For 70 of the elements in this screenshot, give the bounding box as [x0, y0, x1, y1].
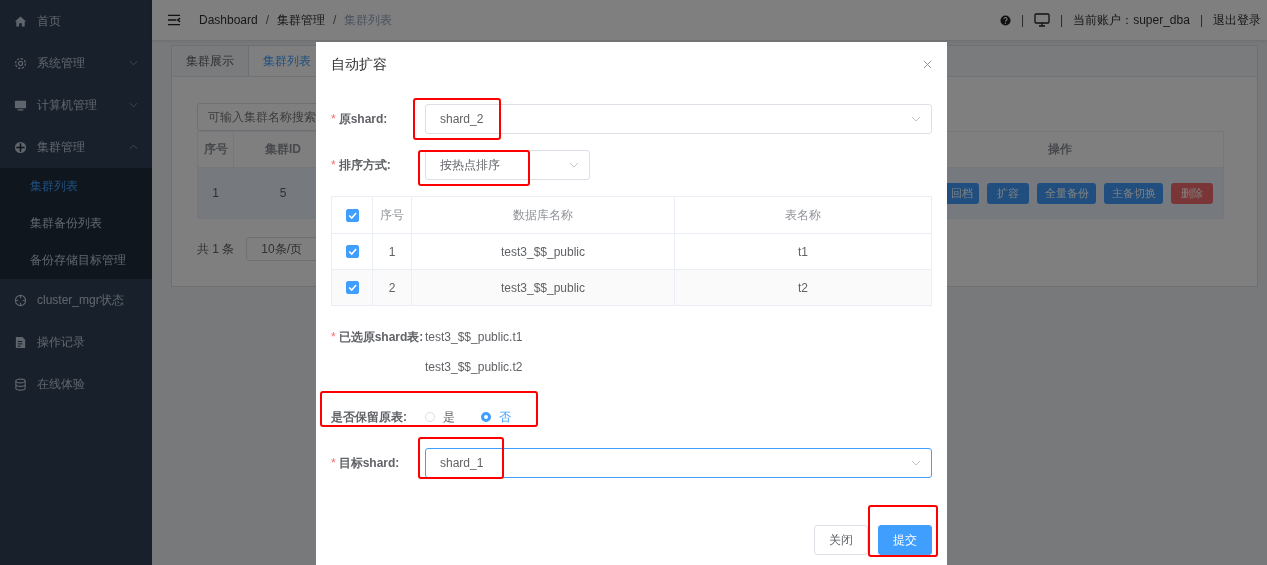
- dialog-button[interactable]: 关闭: [814, 525, 868, 555]
- chevron-icon: [129, 60, 138, 66]
- help-icon[interactable]: [999, 14, 1011, 26]
- required-mark: *: [331, 112, 336, 126]
- table-cell: test3_$$_public: [412, 270, 675, 305]
- database-icon: [14, 377, 27, 391]
- sidebar-subitem[interactable]: 备份存储目标管理: [0, 242, 152, 279]
- action-button[interactable]: 全量备份: [1037, 182, 1096, 204]
- sidebar-subitem[interactable]: 集群备份列表: [0, 205, 152, 242]
- monitor-icon: [14, 98, 27, 112]
- table-cell: 1: [198, 168, 234, 218]
- sidebar-item[interactable]: 操作记录: [0, 321, 152, 363]
- account-label: 当前账户：super_dba: [1073, 11, 1190, 29]
- radio-button[interactable]: [481, 412, 491, 422]
- chevron-icon: [911, 460, 921, 466]
- close-icon[interactable]: [923, 60, 932, 69]
- logout-link[interactable]: 退出登录: [1213, 11, 1261, 29]
- sidebar-item[interactable]: 首页: [0, 0, 152, 42]
- sidebar-item[interactable]: cluster_mgr状态: [0, 279, 152, 321]
- breadcrumb-item[interactable]: Dashboard: [199, 13, 258, 27]
- annotation-overlay: [868, 505, 938, 557]
- checkbox[interactable]: [345, 245, 359, 258]
- action-button[interactable]: 删除: [1171, 182, 1213, 204]
- table-cell: 2: [373, 270, 412, 305]
- field-label: 已选原shard表:: [338, 330, 424, 344]
- field-label: 原shard:: [338, 112, 388, 126]
- dialog-title: 自动扩容: [331, 55, 387, 74]
- table-cell-text: t2: [797, 279, 809, 297]
- field-label: 排序方式:: [338, 158, 391, 172]
- required-mark: *: [331, 158, 336, 172]
- divider: |: [1199, 13, 1203, 27]
- required-mark: *: [331, 456, 336, 470]
- field-label: 目标shard:: [338, 456, 400, 470]
- column-header: 序号: [373, 197, 412, 233]
- required-mark: *: [331, 330, 336, 344]
- sidebar-item[interactable]: 系统管理: [0, 42, 152, 84]
- monitor-icon[interactable]: [1034, 13, 1051, 27]
- chevron-icon: [129, 144, 138, 150]
- sidebar-item[interactable]: 计算机管理: [0, 84, 152, 126]
- home-icon: [14, 14, 27, 28]
- column-header: 表名称: [784, 206, 822, 224]
- select-field[interactable]: shard_1: [425, 448, 932, 478]
- document-icon: [14, 335, 27, 349]
- radio-label[interactable]: 是: [443, 408, 455, 426]
- menu-icon[interactable]: [168, 14, 181, 26]
- checkbox[interactable]: [345, 281, 359, 294]
- gear-icon: [14, 56, 27, 70]
- breadcrumb-item[interactable]: 集群管理: [277, 11, 326, 29]
- table-cell-text: t1: [797, 243, 809, 261]
- divider: |: [1020, 13, 1025, 27]
- checkbox[interactable]: [345, 208, 359, 222]
- sidebar-subitem[interactable]: 集群列表: [0, 168, 152, 205]
- total-count: 共 1 条: [197, 240, 235, 258]
- dialog-button[interactable]: 提交: [878, 525, 932, 555]
- action-button[interactable]: 主备切换: [1104, 182, 1163, 204]
- chevron-icon: [129, 102, 138, 108]
- chevron-icon: [569, 162, 579, 168]
- selected-table-name: test3_$$_public.t1: [425, 329, 523, 346]
- divider: |: [1060, 13, 1064, 27]
- sidebar-item[interactable]: 在线体验: [0, 363, 152, 405]
- select-field[interactable]: shard_2: [425, 104, 932, 134]
- chevron-icon: [911, 116, 921, 122]
- field-label: 是否保留原表:: [331, 410, 407, 424]
- radio-label[interactable]: 否: [499, 408, 511, 426]
- action-button[interactable]: 扩容: [987, 182, 1029, 204]
- sidebar-item[interactable]: 集群管理: [0, 126, 152, 168]
- breadcrumb-separator: /: [333, 13, 337, 27]
- breadcrumb-separator: /: [265, 13, 270, 27]
- selected-table-name: test3_$$_public.t2: [425, 359, 523, 376]
- column-header: 数据库名称: [412, 197, 675, 233]
